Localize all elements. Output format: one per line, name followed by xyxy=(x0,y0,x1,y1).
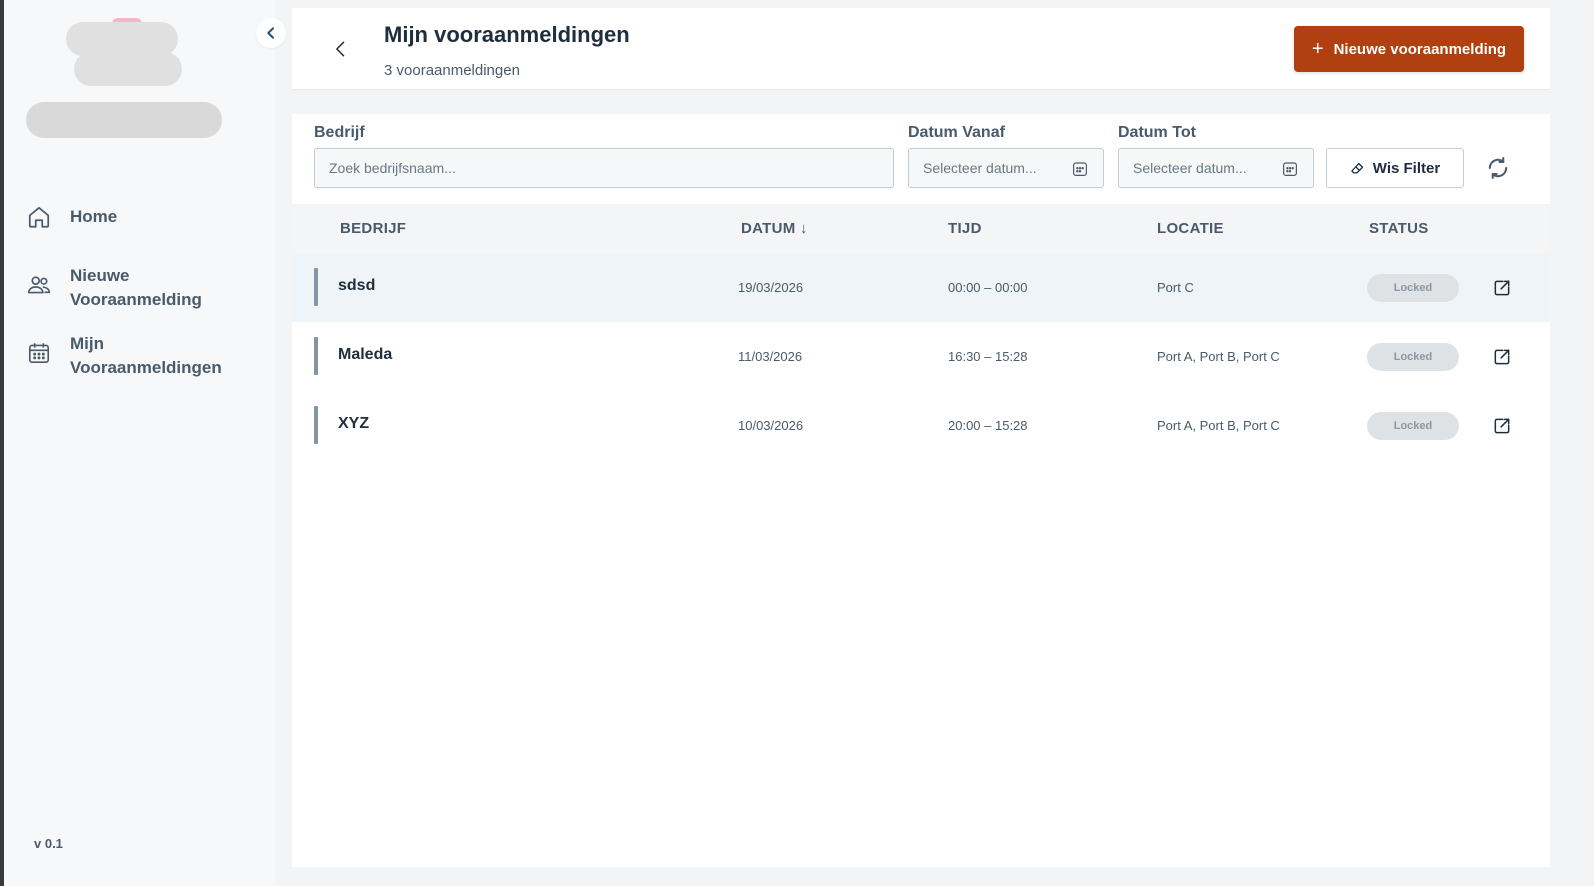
row-indicator xyxy=(314,268,318,306)
column-header-status[interactable]: STATUS xyxy=(1369,220,1429,237)
status-badge: Locked xyxy=(1367,343,1459,371)
sidebar-item-home[interactable]: Home xyxy=(24,196,264,250)
row-date: 10/03/2026 xyxy=(738,418,804,433)
new-vooraanmelding-button[interactable]: + Nieuwe vooraanmelding xyxy=(1294,26,1524,72)
row-company: sdsd xyxy=(338,277,376,294)
status-badge: Locked xyxy=(1367,274,1459,302)
table-header: BEDRIJF DATUM ↓ TIJD LOCATIE STATUS xyxy=(292,204,1550,254)
page-subtitle: 3 vooraanmeldingen xyxy=(384,62,520,79)
sidebar-item-mijn-vooraanmeldingen[interactable]: Mijn Vooraanmeldingen xyxy=(24,332,264,386)
new-vooraanmelding-label: Nieuwe vooraanmelding xyxy=(1333,40,1507,58)
sidebar-item-nieuwe-vooraanmelding[interactable]: Nieuwe Vooraanmelding xyxy=(24,264,264,318)
table-row[interactable]: XYZ 10/03/2026 20:00 – 15:28 Port A, Por… xyxy=(292,392,1550,460)
calendar-icon xyxy=(24,338,54,368)
page-header: Mijn vooraanmeldingen 3 vooraanmeldingen… xyxy=(292,8,1550,90)
status-badge: Locked xyxy=(1367,412,1459,440)
clear-filter-button[interactable]: Wis Filter xyxy=(1326,148,1464,188)
date-to-placeholder: Selecteer datum... xyxy=(1133,160,1247,176)
sidebar-collapse-button[interactable] xyxy=(256,18,286,48)
list-panel: Bedrijf Zoek bedrijfsnaam... Datum Vanaf… xyxy=(292,114,1550,867)
open-external-icon[interactable] xyxy=(1492,278,1512,298)
table-row[interactable]: sdsd 19/03/2026 00:00 – 00:00 Port C Loc… xyxy=(292,254,1550,322)
row-time: 20:00 – 15:28 xyxy=(948,418,1028,433)
date-from-input[interactable]: Selecteer datum... xyxy=(908,148,1104,188)
row-date: 19/03/2026 xyxy=(738,280,804,295)
column-header-locatie[interactable]: LOCATIE xyxy=(1157,220,1224,237)
open-external-icon[interactable] xyxy=(1492,416,1512,436)
chevron-left-icon xyxy=(267,27,274,39)
logo-redacted xyxy=(66,22,178,56)
date-from-label: Datum Vanaf xyxy=(908,124,1005,141)
company-search-input[interactable]: Zoek bedrijfsnaam... xyxy=(314,148,894,188)
sidebar-item-label: Nieuwe Vooraanmelding xyxy=(70,266,202,309)
page-title: Mijn vooraanmeldingen xyxy=(384,22,630,47)
clear-filter-label: Wis Filter xyxy=(1372,159,1441,177)
row-indicator xyxy=(314,406,318,444)
sidebar: Home Nieuwe Vooraanmelding Mijn Vooraanm… xyxy=(4,0,275,886)
row-location: Port C xyxy=(1157,280,1194,295)
row-company: XYZ xyxy=(338,415,370,432)
company-filter-label: Bedrijf xyxy=(314,124,365,141)
column-header-datum[interactable]: DATUM ↓ xyxy=(741,220,808,237)
column-header-tijd[interactable]: TIJD xyxy=(948,220,982,237)
row-indicator xyxy=(314,337,318,375)
calendar-icon[interactable] xyxy=(1071,160,1089,178)
home-icon xyxy=(24,202,54,232)
plus-icon: + xyxy=(1311,38,1324,60)
logo-redacted-lower xyxy=(74,52,182,86)
app-name-redacted xyxy=(26,102,222,138)
sidebar-item-label: Mijn Vooraanmeldingen xyxy=(70,334,222,377)
calendar-icon[interactable] xyxy=(1281,160,1299,178)
row-location: Port A, Port B, Port C xyxy=(1157,349,1280,364)
refresh-button[interactable] xyxy=(1482,152,1514,184)
sidebar-nav: Home Nieuwe Vooraanmelding Mijn Vooraanm… xyxy=(24,196,264,400)
refresh-icon xyxy=(1488,157,1508,179)
open-external-icon[interactable] xyxy=(1492,347,1512,367)
column-header-bedrijf[interactable]: BEDRIJF xyxy=(340,220,406,237)
users-icon xyxy=(24,270,54,300)
arrow-left-icon xyxy=(336,41,345,57)
company-search-placeholder: Zoek bedrijfsnaam... xyxy=(329,160,456,176)
row-date: 11/03/2026 xyxy=(738,349,803,364)
eraser-icon xyxy=(1351,162,1363,173)
table-row[interactable]: Maleda 11/03/2026 16:30 – 15:28 Port A, … xyxy=(292,323,1550,391)
row-time: 00:00 – 00:00 xyxy=(948,280,1028,295)
version-label: v 0.1 xyxy=(34,836,63,851)
date-to-input[interactable]: Selecteer datum... xyxy=(1118,148,1314,188)
row-company: Maleda xyxy=(338,346,393,363)
row-time: 16:30 – 15:28 xyxy=(948,349,1028,364)
date-from-placeholder: Selecteer datum... xyxy=(923,160,1037,176)
back-button[interactable] xyxy=(328,36,354,62)
sidebar-item-label: Home xyxy=(70,207,118,226)
row-location: Port A, Port B, Port C xyxy=(1157,418,1280,433)
date-to-label: Datum Tot xyxy=(1118,124,1196,141)
